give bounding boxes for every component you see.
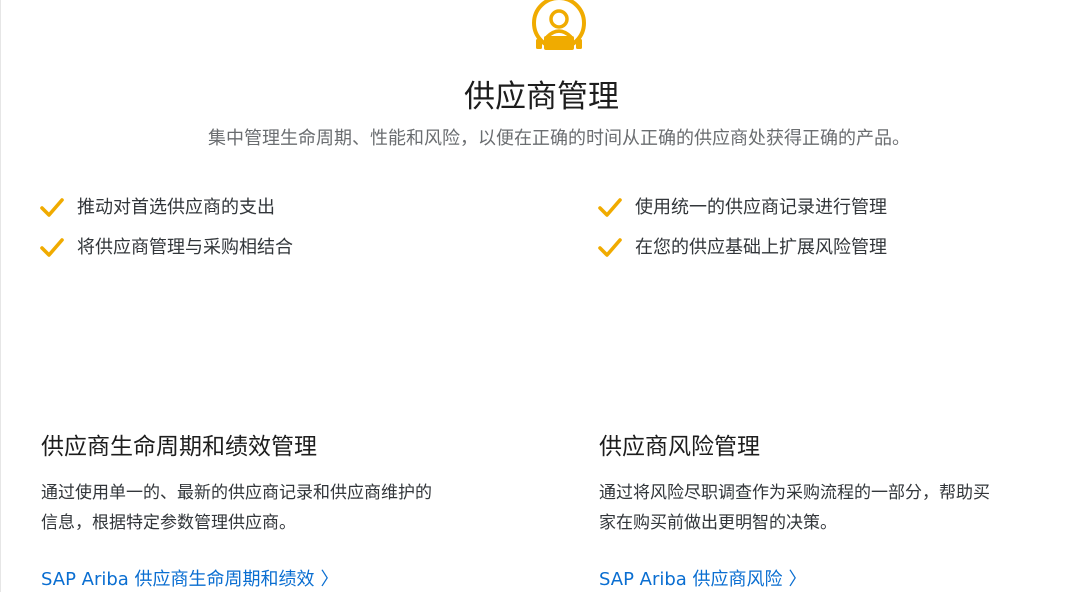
link-label: SAP Ariba 供应商生命周期和绩效 [41, 569, 315, 590]
benefit-item: 推动对首选供应商的支出 [40, 195, 293, 221]
feature-description-line: 信息，根据特定参数管理供应商。 [41, 513, 296, 533]
chevron-right-icon: 〉 [320, 569, 339, 590]
page-subtitle: 集中管理生命周期、性能和风险，以便在正确的时间从正确的供应商处获得正确的产品。 [208, 128, 910, 149]
link-label: SAP Ariba 供应商风险 [599, 569, 783, 590]
check-icon [40, 198, 64, 217]
check-icon [598, 238, 622, 257]
supplier-risk-link[interactable]: SAP Ariba 供应商风险〉 [599, 567, 807, 593]
benefit-text: 将供应商管理与采购相结合 [77, 237, 293, 258]
benefit-text: 在您的供应基础上扩展风险管理 [635, 237, 887, 258]
chevron-right-icon: 〉 [788, 569, 807, 590]
benefit-item: 将供应商管理与采购相结合 [40, 235, 293, 261]
benefit-item: 在您的供应基础上扩展风险管理 [598, 235, 887, 261]
benefit-text: 推动对首选供应商的支出 [77, 197, 275, 218]
feature-description: 通过将风险尽职调查作为采购流程的一部分，帮助买 家在购买前做出更明智的决策。 [599, 478, 1069, 538]
check-icon [40, 238, 64, 257]
feature-description-line: 家在购买前做出更明智的决策。 [599, 513, 837, 533]
feature-description-line: 通过使用单一的、最新的供应商记录和供应商维护的 [41, 483, 432, 503]
benefit-list-left: 推动对首选供应商的支出 将供应商管理与采购相结合 [40, 195, 293, 275]
feature-title: 供应商风险管理 [599, 434, 760, 460]
lifecycle-performance-link[interactable]: SAP Ariba 供应商生命周期和绩效〉 [41, 567, 339, 593]
feature-lifecycle-performance: 供应商生命周期和绩效管理 通过使用单一的、最新的供应商记录和供应商维护的 信息，… [41, 430, 511, 590]
supplier-person-icon [531, 0, 587, 54]
check-icon [598, 198, 622, 217]
feature-description-line: 通过将风险尽职调查作为采购流程的一部分，帮助买 [599, 483, 990, 503]
feature-description: 通过使用单一的、最新的供应商记录和供应商维护的 信息，根据特定参数管理供应商。 [41, 478, 511, 538]
feature-title: 供应商生命周期和绩效管理 [41, 434, 317, 460]
benefit-text: 使用统一的供应商记录进行管理 [635, 197, 887, 218]
feature-supplier-risk: 供应商风险管理 通过将风险尽职调查作为采购流程的一部分，帮助买 家在购买前做出更… [599, 430, 1069, 590]
benefit-list-right: 使用统一的供应商记录进行管理 在您的供应基础上扩展风险管理 [598, 195, 887, 275]
page-title: 供应商管理 [464, 79, 619, 115]
benefit-item: 使用统一的供应商记录进行管理 [598, 195, 887, 221]
